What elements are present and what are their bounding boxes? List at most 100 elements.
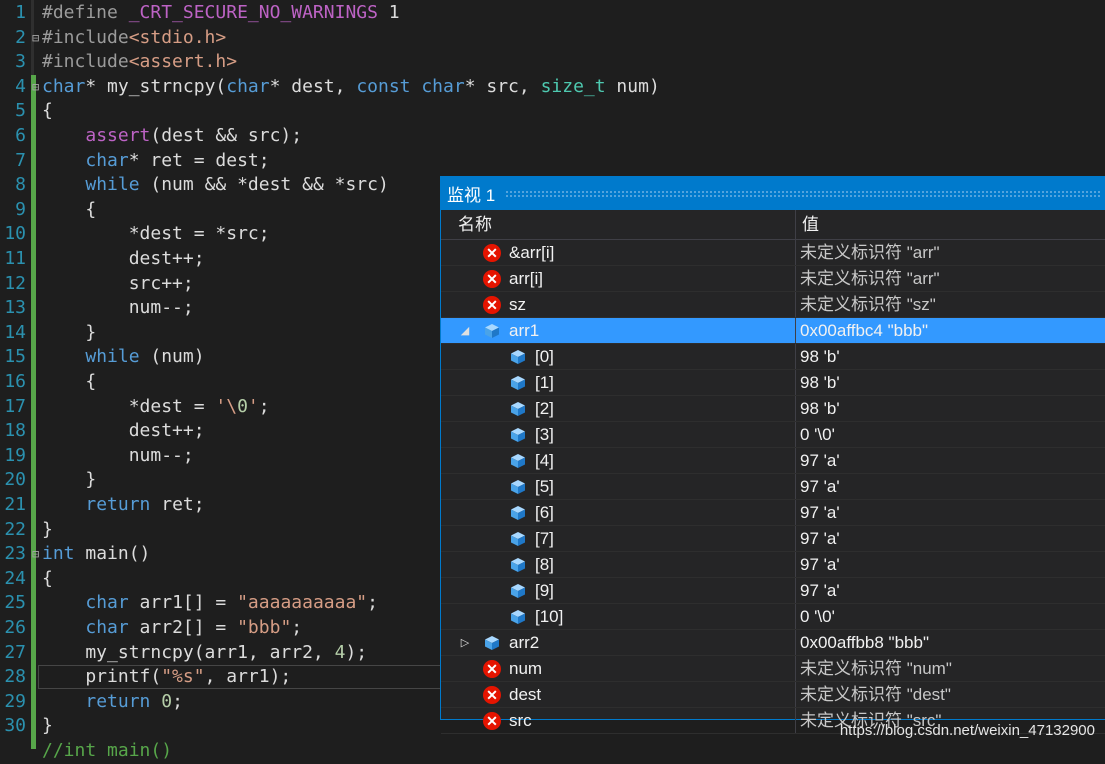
code-line[interactable]: assert(dest && src); xyxy=(42,124,302,149)
watch-row[interactable]: ✕ &arr[i] 未定义标识符 "arr" xyxy=(441,240,1105,266)
watch-row[interactable]: [8] 97 'a' xyxy=(441,552,1105,578)
watch-name-cell[interactable]: ✕ num xyxy=(441,656,796,681)
title-grip[interactable] xyxy=(505,189,1101,198)
watch-row[interactable]: [2] 98 'b' xyxy=(441,396,1105,422)
watch-row[interactable]: [5] 97 'a' xyxy=(441,474,1105,500)
code-line[interactable]: return ret; xyxy=(42,493,204,518)
code-line[interactable]: while (num && *dest && *src) xyxy=(42,173,388,198)
watch-name-cell[interactable]: [1] xyxy=(441,370,796,395)
code-line[interactable]: #define _CRT_SECURE_NO_WARNINGS 1 xyxy=(42,1,400,26)
watch-name-cell[interactable]: [0] xyxy=(441,344,796,369)
watch-value[interactable]: 未定义标识符 "arr" xyxy=(796,240,940,265)
watch-value[interactable]: 未定义标识符 "dest" xyxy=(796,682,951,707)
code-line[interactable]: *dest = *src; xyxy=(42,222,270,247)
watch-row[interactable]: [1] 98 'b' xyxy=(441,370,1105,396)
code-line[interactable]: //int main() xyxy=(42,739,172,764)
watch-row[interactable]: [9] 97 'a' xyxy=(441,578,1105,604)
line-number: 19 xyxy=(4,444,26,466)
watch-value[interactable]: 97 'a' xyxy=(796,526,840,551)
watch-name-cell[interactable]: [6] xyxy=(441,500,796,525)
code-line[interactable]: num--; xyxy=(42,296,194,321)
watch-name-cell[interactable]: [2] xyxy=(441,396,796,421)
code-line[interactable]: #include<stdio.h> xyxy=(42,26,226,51)
watch-name-cell[interactable]: ✕ arr[i] xyxy=(441,266,796,291)
watch-name-cell[interactable]: [9] xyxy=(441,578,796,603)
watch-row[interactable]: [10] 0 '\0' xyxy=(441,604,1105,630)
code-line[interactable]: { xyxy=(42,99,53,124)
code-line[interactable]: *dest = '\0'; xyxy=(42,395,270,420)
code-line[interactable]: #include<assert.h> xyxy=(42,50,237,75)
code-line[interactable]: return 0; xyxy=(42,690,183,715)
watch-value[interactable]: 未定义标识符 "sz" xyxy=(796,292,936,317)
watch-value[interactable]: 未定义标识符 "num" xyxy=(796,656,952,681)
watch-row[interactable]: ✕ dest 未定义标识符 "dest" xyxy=(441,682,1105,708)
code-line[interactable]: int main() xyxy=(42,542,150,567)
watch-row[interactable]: ✕ num 未定义标识符 "num" xyxy=(441,656,1105,682)
code-line[interactable]: num--; xyxy=(42,444,194,469)
watch-name-cell[interactable]: [3] xyxy=(441,422,796,447)
watch-name-cell[interactable]: ✕ sz xyxy=(441,292,796,317)
watch-name-cell[interactable]: [7] xyxy=(441,526,796,551)
watch-value[interactable]: 97 'a' xyxy=(796,474,840,499)
code-line[interactable]: } xyxy=(42,321,96,346)
watch-name-cell[interactable]: [5] xyxy=(441,474,796,499)
watch-title-bar[interactable]: 监视 1 xyxy=(441,177,1105,210)
code-line[interactable]: char* ret = dest; xyxy=(42,149,269,174)
watch-value[interactable]: 0x00affbb8 "bbb" xyxy=(796,630,929,655)
watch-value[interactable]: 0 '\0' xyxy=(796,422,835,447)
watch-name-cell[interactable]: [4] xyxy=(441,448,796,473)
code-line[interactable]: char arr1[] = "aaaaaaaaaa"; xyxy=(42,591,378,616)
code-line[interactable]: { xyxy=(42,567,53,592)
watch-value[interactable]: 98 'b' xyxy=(796,396,840,421)
watch-value[interactable]: 97 'a' xyxy=(796,500,840,525)
watch-value[interactable]: 97 'a' xyxy=(796,578,840,603)
watch-name-cell[interactable]: ◢ arr1 xyxy=(441,318,796,343)
watch-name-cell[interactable]: ✕ &arr[i] xyxy=(441,240,796,265)
value-column-header[interactable]: 值 xyxy=(796,210,819,239)
line-number: 11 xyxy=(4,248,26,269)
watch-row[interactable]: [0] 98 'b' xyxy=(441,344,1105,370)
code-line[interactable]: { xyxy=(42,370,96,395)
watch-value[interactable]: 98 'b' xyxy=(796,344,840,369)
watch-row[interactable]: [7] 97 'a' xyxy=(441,526,1105,552)
watch-value[interactable]: 0x00affbc4 "bbb" xyxy=(796,318,928,343)
watch-name-cell[interactable]: [8] xyxy=(441,552,796,577)
watch-value[interactable]: 97 'a' xyxy=(796,552,840,577)
code-line[interactable]: } xyxy=(42,468,96,493)
code-line[interactable]: dest++; xyxy=(42,419,205,444)
code-line[interactable]: dest++; xyxy=(42,247,205,272)
watch-row[interactable]: ✕ arr[i] 未定义标识符 "arr" xyxy=(441,266,1105,292)
watch-name: arr1 xyxy=(509,321,540,340)
watch-name-cell[interactable]: ▷ arr2 xyxy=(441,630,796,655)
watch-row[interactable]: ◢ arr1 0x00affbc4 "bbb" xyxy=(441,318,1105,344)
watch-window[interactable]: 监视 1 名称 值 ✕ &arr[i] 未定义标识符 "arr" ✕ arr[i] 未定义… xyxy=(440,176,1105,734)
watch-value[interactable]: 97 'a' xyxy=(796,448,840,473)
code-line[interactable]: my_strncpy(arr1, arr2, 4); xyxy=(42,641,367,666)
code-line[interactable]: src++; xyxy=(42,272,194,297)
code-line[interactable]: } xyxy=(42,714,53,739)
code-line[interactable]: char* my_strncpy(char* dest, const char*… xyxy=(42,75,660,100)
watch-row[interactable]: ▷ arr2 0x00affbb8 "bbb" xyxy=(441,630,1105,656)
code-line[interactable]: while (num) xyxy=(42,345,204,370)
collapse-icon[interactable]: ⊟ xyxy=(32,542,39,567)
expand-arrow-icon[interactable]: ▷ xyxy=(459,634,471,652)
watch-row[interactable]: [4] 97 'a' xyxy=(441,448,1105,474)
name-column-header[interactable]: 名称 xyxy=(441,210,796,239)
watch-name-cell[interactable]: ✕ src xyxy=(441,708,796,733)
watch-row[interactable]: ✕ sz 未定义标识符 "sz" xyxy=(441,292,1105,318)
watch-name-cell[interactable]: [10] xyxy=(441,604,796,629)
watch-value[interactable]: 98 'b' xyxy=(796,370,840,395)
watch-value[interactable]: 0 '\0' xyxy=(796,604,835,629)
collapse-arrow-icon[interactable]: ◢ xyxy=(459,322,471,340)
code-line[interactable]: { xyxy=(42,198,96,223)
watch-row[interactable]: [3] 0 '\0' xyxy=(441,422,1105,448)
code-line[interactable]: char arr2[] = "bbb"; xyxy=(42,616,302,641)
watch-row[interactable]: [6] 97 'a' xyxy=(441,500,1105,526)
watch-name-cell[interactable]: ✕ dest xyxy=(441,682,796,707)
code-line[interactable]: } xyxy=(42,518,53,543)
collapse-icon[interactable]: ⊟ xyxy=(32,75,39,100)
watermark: https://blog.csdn.net/weixin_47132900 xyxy=(839,722,1095,739)
code-line[interactable]: printf("%s", arr1); xyxy=(42,665,291,690)
watch-value[interactable]: 未定义标识符 "arr" xyxy=(796,266,940,291)
collapse-icon[interactable]: ⊟ xyxy=(32,26,39,51)
